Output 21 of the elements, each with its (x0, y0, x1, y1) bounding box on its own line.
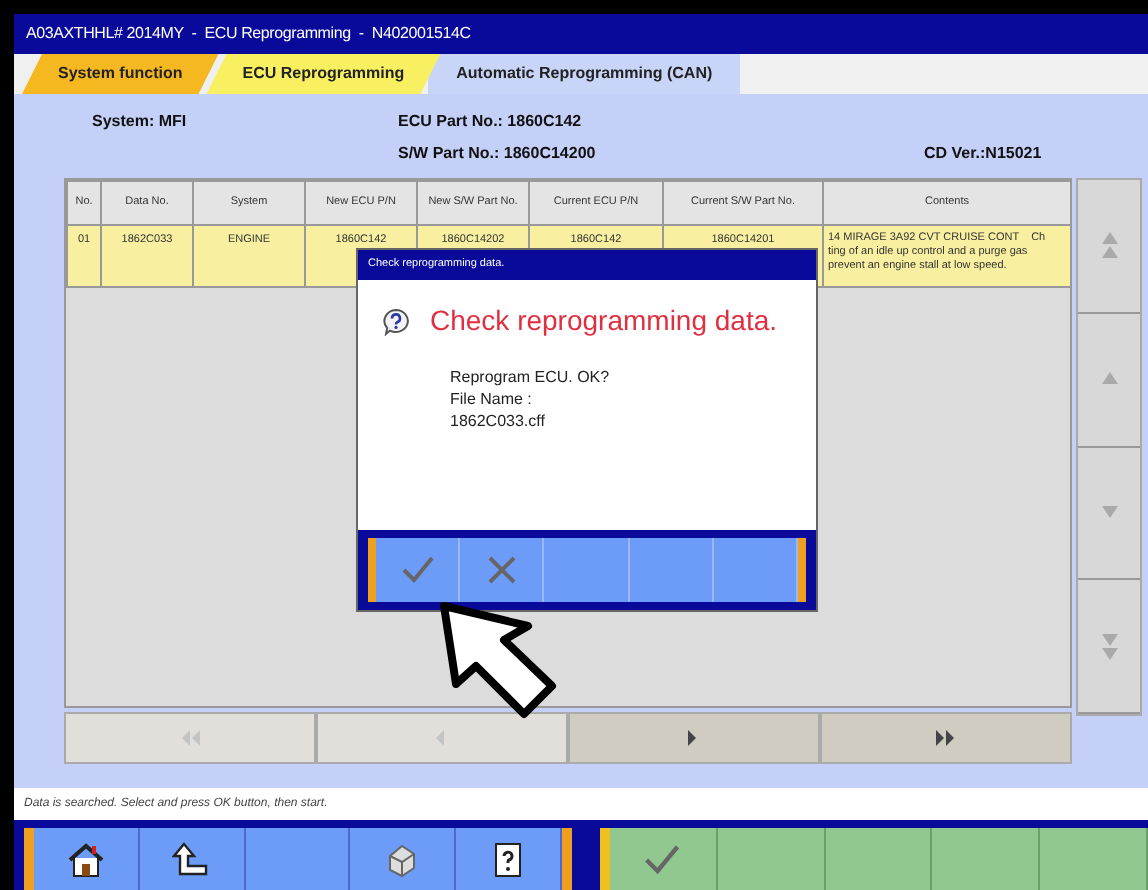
page-next-button[interactable] (568, 712, 820, 764)
page-first-button[interactable] (64, 712, 316, 764)
system-label: System: MFI (92, 110, 187, 134)
return-arrow-icon (171, 839, 212, 879)
dialog-text: File Name : (450, 388, 534, 410)
dialog-text: Reprogram ECU. OK? (450, 366, 612, 388)
double-arrow-icon (1099, 230, 1119, 261)
dialog-text: 1862C033.cff (450, 410, 547, 432)
ecu-part-number: ECU Part No.: 1860C142 (398, 110, 582, 134)
sw-part-number: S/W Part No.: 1860C14200 (398, 142, 596, 166)
page-prev-button[interactable] (316, 712, 568, 764)
house-icon (65, 839, 106, 879)
tab[interactable]: ECU Reprogramming (206, 54, 441, 94)
double-arrow-icon (1099, 631, 1119, 662)
dialog-heading: Check reprogramming data. (430, 302, 778, 340)
window-title: A03AXTHHL# 2014MY - ECU Reprogramming - N402001514C (14, 14, 1148, 54)
tab[interactable]: Automatic Reprogramming (CAN) (428, 54, 741, 94)
question-icon (382, 307, 410, 335)
page-last-button[interactable] (820, 712, 1072, 764)
cd-version: CD Ver.:N15021 (924, 142, 1042, 166)
tab[interactable]: System function (22, 54, 219, 94)
